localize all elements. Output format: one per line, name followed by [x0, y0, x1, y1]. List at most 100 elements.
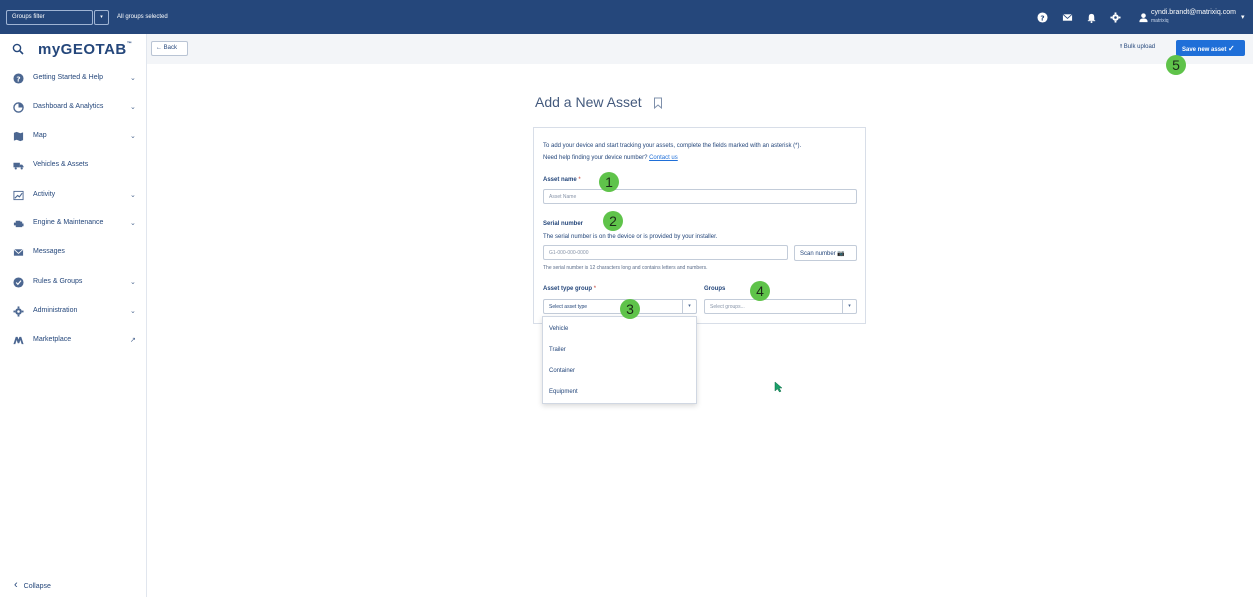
asset-type-option-container[interactable]: Container — [549, 368, 575, 374]
chevron-down-icon: ⌄ — [130, 133, 136, 140]
bulk-upload-button[interactable]: ⭱ Bulk upload — [1120, 42, 1155, 52]
bell-icon[interactable] — [1086, 12, 1097, 23]
sidebar-item-label: Dashboard & Analytics — [33, 103, 104, 110]
sidebar-item-label: Getting Started & Help — [33, 74, 104, 81]
user-menu-caret[interactable]: ▾ — [1241, 13, 1245, 21]
mouse-cursor-icon — [774, 380, 783, 393]
sidebar-item-marketplace[interactable]: Marketplace ↗ — [0, 330, 147, 350]
scan-label: Scan number — [800, 251, 836, 257]
asset-type-group-label: Asset type group * — [543, 286, 596, 292]
asset-name-label-text: Asset name — [543, 177, 577, 183]
arrow-left-icon: ← — [156, 45, 162, 51]
save-label: Save new asset — [1182, 47, 1227, 53]
required-asterisk: * — [593, 286, 597, 292]
asset-type-dropdown-menu: Vehicle Trailer Container Equipment — [542, 316, 697, 404]
groups-select[interactable]: Select groups... ▾ — [704, 299, 857, 314]
marketplace-icon — [13, 335, 24, 346]
sidebar-item-label: Map — [33, 132, 47, 139]
asset-type-option-equipment[interactable]: Equipment — [549, 389, 578, 395]
groups-placeholder: Select groups... — [710, 304, 745, 310]
camera-icon: 📷 — [837, 251, 845, 257]
asset-type-placeholder: Select asset type — [549, 304, 588, 310]
chevron-down-icon: ⌄ — [130, 279, 136, 286]
mail-icon[interactable] — [1062, 12, 1073, 23]
groups-filter-button[interactable]: Groups filter — [6, 10, 93, 25]
save-new-asset-button[interactable]: Save new asset ✓ — [1176, 40, 1245, 56]
truck-icon — [13, 160, 24, 171]
chevron-down-icon: ⌄ — [130, 104, 136, 111]
serial-number-input[interactable]: G1-000-000-0000 — [543, 245, 788, 260]
sidebar-item-map[interactable]: Map ⌄ — [0, 126, 147, 146]
callout-5: 5 — [1166, 55, 1186, 75]
groups-selected-text: All groups selected — [117, 14, 168, 20]
bookmark-icon[interactable] — [653, 96, 663, 110]
sidebar-item-label: Messages — [33, 248, 65, 255]
collapse-sidebar-button[interactable]: ‹ Collapse — [14, 579, 51, 591]
serial-number-help: The serial number is on the device or is… — [543, 234, 718, 240]
chevron-down-icon: ⌄ — [130, 192, 136, 199]
callout-1: 1 — [599, 172, 619, 192]
sidebar-item-engine[interactable]: Engine & Maintenance ⌄ — [0, 213, 147, 233]
mygeotab-logo[interactable]: myGEOTAB™ — [38, 41, 132, 58]
upload-icon: ⭱ — [1120, 44, 1123, 50]
sidebar-item-rules[interactable]: Rules & Groups ⌄ — [0, 272, 147, 292]
callout-2: 2 — [603, 211, 623, 231]
engine-icon — [13, 218, 24, 229]
chevron-down-icon: ▾ — [842, 300, 856, 313]
search-icon[interactable] — [12, 42, 24, 55]
map-icon — [13, 131, 24, 142]
logo-trademark: ™ — [126, 41, 133, 47]
sidebar-item-label: Administration — [33, 307, 78, 314]
user-icon[interactable] — [1138, 12, 1149, 23]
gear-icon — [13, 306, 24, 317]
form-intro: To add your device and start tracking yo… — [543, 140, 801, 164]
svg-text:?: ? — [1040, 13, 1044, 22]
serial-number-note: The serial number is 12 characters long … — [543, 265, 708, 271]
intro-line-2-row: Need help finding your device number? Co… — [543, 152, 801, 164]
collapse-label: Collapse — [23, 583, 51, 590]
user-org: matrixiq — [1151, 18, 1169, 24]
sidebar-item-messages[interactable]: Messages — [0, 242, 147, 262]
asset-type-option-vehicle[interactable]: Vehicle — [549, 326, 568, 332]
back-button[interactable]: ← Back — [151, 41, 188, 56]
sidebar-item-vehicles[interactable]: Vehicles & Assets — [0, 155, 147, 175]
serial-number-label: Serial number — [543, 221, 584, 227]
check-icon: ✓ — [1228, 44, 1235, 53]
user-email[interactable]: cyndi.brandt@matrixiq.com — [1151, 9, 1236, 16]
sidebar-item-label: Engine & Maintenance — [33, 219, 104, 226]
sidebar-item-getting-started[interactable]: ? Getting Started & Help ⌄ — [0, 68, 147, 88]
page-title: Add a New Asset — [535, 94, 642, 110]
gear-icon[interactable] — [1110, 12, 1121, 23]
help-circle-icon: ? — [13, 73, 24, 84]
asset-type-option-trailer[interactable]: Trailer — [549, 347, 566, 353]
scan-number-button[interactable]: Scan number 📷 — [794, 245, 857, 261]
chevron-down-icon: ⌄ — [130, 308, 136, 315]
intro-line-2: Need help finding your device number? — [543, 155, 648, 161]
asset-name-label: Asset name * — [543, 177, 581, 183]
intro-line-1: To add your device and start tracking yo… — [543, 143, 802, 149]
groups-label: Groups — [704, 286, 726, 292]
sidebar-item-label: Activity — [33, 191, 56, 198]
external-link-icon: ↗ — [130, 337, 136, 344]
sidebar-item-administration[interactable]: Administration ⌄ — [0, 301, 147, 321]
contact-us-link[interactable]: Contact us — [649, 155, 678, 161]
page-toolbar: ← Back ⭱ Bulk upload Save new asset ✓ — [147, 34, 1253, 64]
chevron-down-icon: ⌄ — [130, 220, 136, 227]
logo-text: myGEOTAB — [38, 41, 127, 58]
rules-icon — [13, 277, 24, 288]
sidebar-item-dashboard[interactable]: Dashboard & Analytics ⌄ — [0, 97, 147, 117]
chart-pie-icon — [13, 102, 24, 113]
back-label: Back — [163, 45, 178, 51]
svg-text:?: ? — [16, 74, 20, 83]
chevron-left-icon: ‹ — [14, 579, 18, 591]
sidebar: myGEOTAB™ ? Getting Started & Help ⌄ Das… — [0, 34, 147, 597]
help-icon[interactable]: ? — [1037, 12, 1048, 23]
sidebar-item-label: Marketplace — [33, 336, 72, 343]
sidebar-item-activity[interactable]: Activity ⌄ — [0, 185, 147, 205]
asset-name-input[interactable]: Asset Name — [543, 189, 857, 204]
sidebar-item-label: Vehicles & Assets — [33, 161, 89, 168]
top-bar: Groups filter ▾ All groups selected ? cy… — [0, 0, 1253, 34]
groups-filter-dropdown-button[interactable]: ▾ — [94, 10, 109, 25]
chevron-down-icon: ⌄ — [130, 75, 136, 82]
sidebar-item-label: Rules & Groups — [33, 278, 83, 285]
